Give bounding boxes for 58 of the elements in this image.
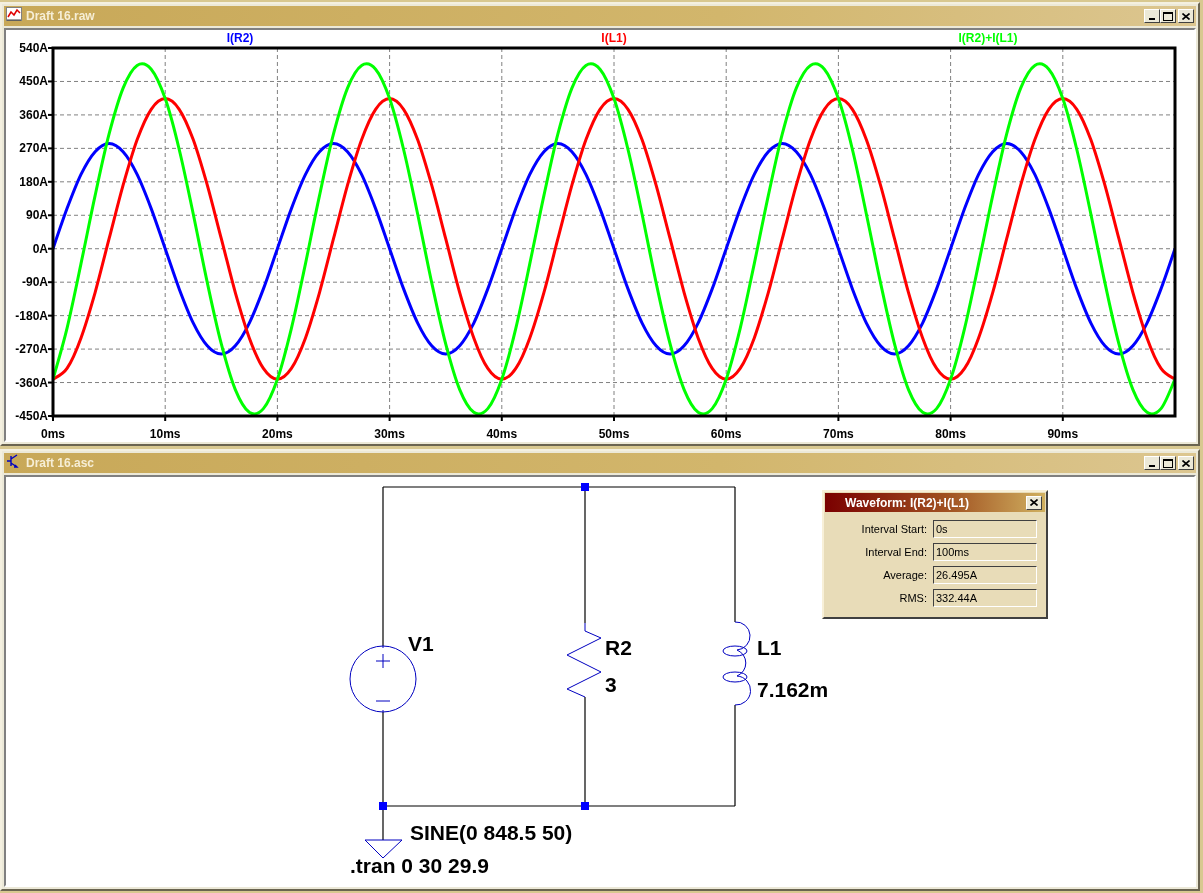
x-tick-label: 20ms <box>262 427 293 440</box>
x-tick-label: 0ms <box>41 427 65 440</box>
component-value: 3 <box>605 673 617 696</box>
resistor-symbol[interactable] <box>566 622 602 698</box>
minimize-button[interactable] <box>1144 456 1160 470</box>
chart-icon <box>6 6 22 22</box>
readout-field[interactable]: 332.44A <box>933 589 1037 607</box>
x-tick-label: 50ms <box>598 427 630 440</box>
x-tick-label: 60ms <box>710 427 742 440</box>
component-name: V1 <box>408 632 434 655</box>
y-tick-label: -450A <box>15 409 48 423</box>
y-tick-label: -360A <box>15 375 48 390</box>
close-icon <box>1030 499 1038 506</box>
x-tick-label: 80ms <box>935 427 966 440</box>
close-button[interactable] <box>1026 495 1042 510</box>
trace-name[interactable]: I(R2) <box>226 31 254 45</box>
x-tick-label: 30ms <box>374 427 405 440</box>
readout-field[interactable]: 0s <box>933 520 1037 538</box>
readout-field[interactable]: 100ms <box>933 543 1037 561</box>
y-tick-label: 540A <box>19 41 48 55</box>
y-tick-label: -180A <box>15 308 48 323</box>
maximize-button[interactable] <box>1160 9 1176 23</box>
y-tick-label: -270A <box>15 342 48 357</box>
window-title: Draft 16.raw <box>26 9 96 23</box>
maximize-button[interactable] <box>1160 456 1176 470</box>
trace-name[interactable]: I(L1) <box>601 31 627 45</box>
maximize-icon <box>1163 11 1173 21</box>
component-name: L1 <box>757 636 782 659</box>
y-tick-label: -90A <box>22 275 48 290</box>
y-tick-label: 0A <box>32 241 48 256</box>
readout-field[interactable]: 26.495A <box>933 566 1037 584</box>
field-label: Interval Start: <box>860 523 927 535</box>
y-tick-label: 360A <box>19 107 48 122</box>
component-name: R2 <box>605 636 632 659</box>
field-label: Interval End: <box>864 546 927 558</box>
close-button[interactable] <box>1178 456 1194 470</box>
field-label: Average: <box>882 569 927 581</box>
maximize-icon <box>1163 458 1173 468</box>
spice-directive: .tran 0 30 29.9 <box>350 854 489 877</box>
y-tick-label: 90A <box>26 208 48 223</box>
close-button[interactable] <box>1178 9 1194 23</box>
ground-symbol <box>364 839 403 859</box>
minimize-button[interactable] <box>1144 9 1160 23</box>
component-value: SINE(0 848.5 50) <box>410 821 573 844</box>
x-tick-label: 10ms <box>149 427 181 440</box>
inductor-symbol[interactable] <box>722 621 752 706</box>
y-tick-label: 450A <box>19 74 48 89</box>
x-tick-label: 90ms <box>1047 427 1079 440</box>
x-tick-label: 40ms <box>486 427 518 440</box>
y-tick-label: 180A <box>19 174 48 189</box>
window-title: Draft 16.asc <box>26 456 96 470</box>
component-value: 7.162m <box>757 678 829 701</box>
close-icon <box>1182 12 1190 20</box>
close-icon <box>1182 459 1190 467</box>
dialog-title: Waveform: I(R2)+I(L1) <box>845 495 970 510</box>
x-tick-label: 70ms <box>823 427 854 440</box>
y-tick-label: 270A <box>19 141 48 156</box>
field-label: RMS: <box>898 592 927 604</box>
